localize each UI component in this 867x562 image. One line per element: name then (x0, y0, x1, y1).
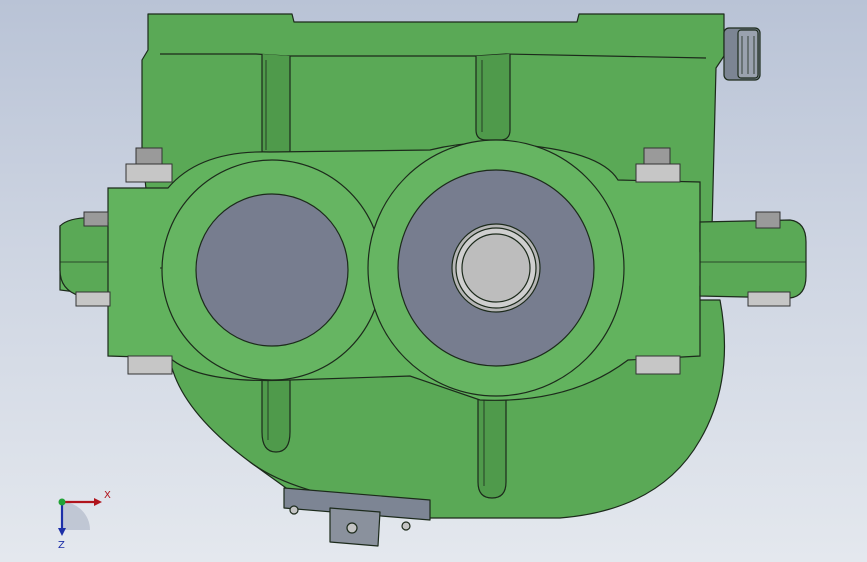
small-bore (195, 193, 349, 347)
gearbox-housing-model[interactable] (0, 0, 867, 562)
cad-graphics-viewport[interactable]: X Z (0, 0, 867, 562)
bolt-bottom-right (635, 355, 681, 375)
x-axis-label: X (104, 490, 111, 501)
y-axis-dot (58, 498, 66, 506)
bolt-bottom-left (127, 355, 173, 375)
z-axis-label: Z (58, 540, 65, 550)
orientation-triad: X Z (58, 490, 111, 550)
